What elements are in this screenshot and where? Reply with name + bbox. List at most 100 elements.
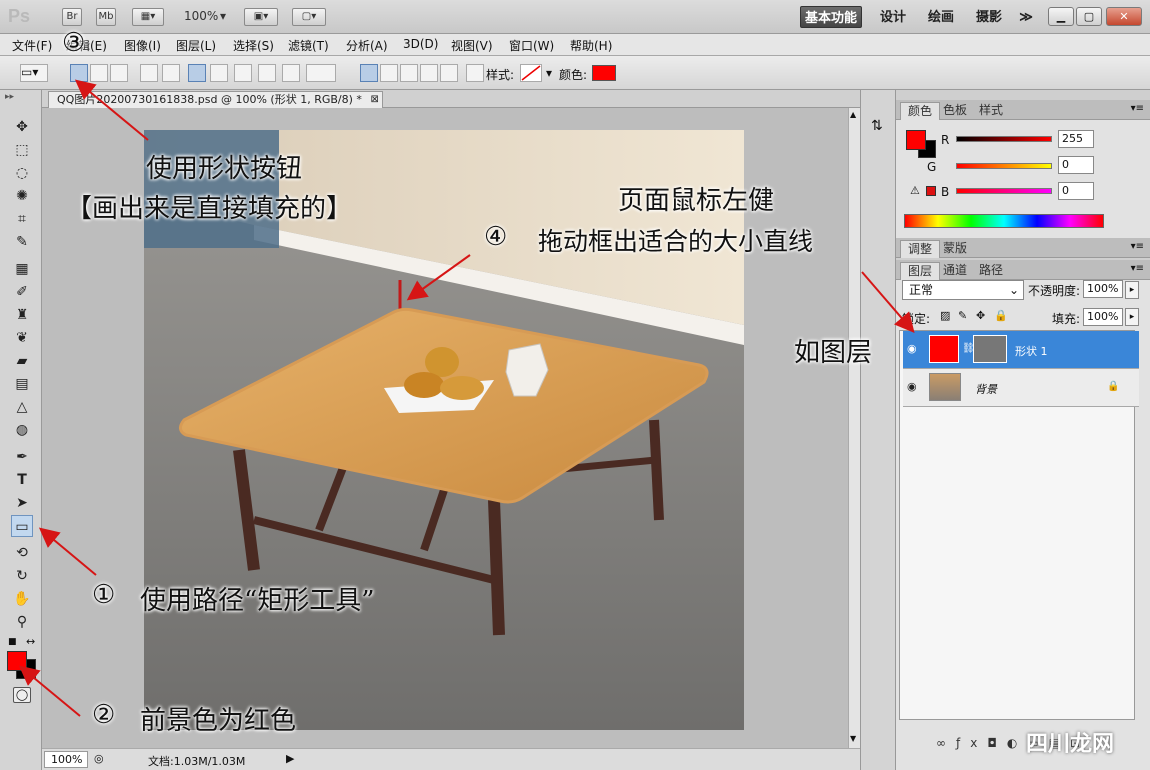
brush-tool-icon[interactable]: ✐ xyxy=(11,281,33,303)
3d-rotate-icon[interactable]: ⟲ xyxy=(11,542,33,564)
lock-all-icon[interactable]: 🔒 xyxy=(994,309,1008,322)
rounded-rectangle-icon[interactable] xyxy=(210,64,228,82)
close-icon[interactable]: ✕ xyxy=(1106,7,1142,26)
new-shape-layer-icon[interactable] xyxy=(360,64,378,82)
color-panel-menu-icon[interactable]: ▾≡ xyxy=(1131,103,1144,114)
g-slider[interactable] xyxy=(956,163,1052,169)
quick-mask-icon[interactable]: ◯ xyxy=(13,687,31,703)
pen-tool-icon[interactable]: ✒ xyxy=(11,446,33,468)
intersect-shape-icon[interactable] xyxy=(420,64,438,82)
menu-analysis[interactable]: 分析(A) xyxy=(346,37,388,54)
screen-mode-icon-2[interactable]: ▢▾ xyxy=(292,8,326,26)
b-slider[interactable] xyxy=(956,188,1052,194)
blend-mode-dropdown[interactable]: 正常 ⌄ xyxy=(902,280,1024,300)
lock-pixels-icon[interactable]: ✎ xyxy=(958,309,967,322)
menu-3d[interactable]: 3D(D) xyxy=(403,37,438,51)
more-workspaces-button[interactable]: ≫ xyxy=(1014,6,1038,28)
workspace-design[interactable]: 设计 xyxy=(872,6,914,28)
tab-masks[interactable]: 蒙版 xyxy=(936,240,974,258)
lasso-tool-icon[interactable]: ◌ xyxy=(11,162,33,184)
blur-tool-icon[interactable]: △ xyxy=(11,396,33,418)
zoom-tool-icon[interactable]: ⚲ xyxy=(11,611,33,633)
vertical-scrollbar[interactable]: ▲ ▼ xyxy=(848,108,860,748)
b-value-field[interactable]: 0 xyxy=(1058,182,1094,200)
lock-transparent-icon[interactable]: ▨ xyxy=(940,309,950,322)
color-panel-foreground-swatch[interactable] xyxy=(906,130,926,150)
healing-brush-icon[interactable]: ▦ xyxy=(11,258,33,280)
menu-filter[interactable]: 滤镜(T) xyxy=(288,37,329,54)
vector-mask-thumbnail[interactable] xyxy=(973,335,1007,363)
quick-select-tool-icon[interactable]: ✺ xyxy=(11,185,33,207)
status-menu-arrow-icon[interactable]: ▶ xyxy=(286,752,294,765)
history-brush-icon[interactable]: ❦ xyxy=(11,327,33,349)
tab-styles[interactable]: 样式 xyxy=(972,102,1010,120)
scroll-down-icon[interactable]: ▼ xyxy=(850,734,856,743)
layer-row-background[interactable]: ◉ 背景 🔒 xyxy=(903,369,1139,407)
close-document-icon[interactable]: ⊠ xyxy=(371,92,379,108)
eyedropper-tool-icon[interactable]: ✎ xyxy=(11,231,33,253)
document-tab[interactable]: QQ图片20200730161838.psd @ 100% (形状 1, RGB… xyxy=(48,91,383,108)
fill-pixels-button[interactable] xyxy=(110,64,128,82)
tab-swatches[interactable]: 色板 xyxy=(936,102,974,120)
collapse-toolbox-icon[interactable]: ▸▸ xyxy=(5,92,14,102)
r-slider[interactable] xyxy=(956,136,1052,142)
fill-field[interactable]: 100% xyxy=(1083,308,1123,326)
move-tool-icon[interactable]: ✥ xyxy=(11,116,33,138)
clone-stamp-icon[interactable]: ♜ xyxy=(11,304,33,326)
swap-colors-icon[interactable]: ↔ xyxy=(26,635,35,648)
layer-name[interactable]: 背景 xyxy=(975,381,997,397)
scroll-up-icon[interactable]: ▲ xyxy=(850,110,856,119)
menu-select[interactable]: 选择(S) xyxy=(233,37,274,54)
color-ramp[interactable] xyxy=(904,214,1104,228)
marquee-tool-icon[interactable]: ⬚ xyxy=(11,139,33,161)
arrange-documents-icon[interactable]: ▣▾ xyxy=(244,8,278,26)
menu-layer[interactable]: 图层(L) xyxy=(176,37,216,54)
tool-preset-picker[interactable]: ▭▾ xyxy=(20,64,48,82)
menu-help[interactable]: 帮助(H) xyxy=(570,37,612,54)
ellipse-icon[interactable] xyxy=(234,64,252,82)
color-swatch[interactable] xyxy=(592,65,616,81)
g-value-field[interactable]: 0 xyxy=(1058,156,1094,174)
background-layer-thumbnail[interactable] xyxy=(929,373,961,401)
type-tool-icon[interactable]: T xyxy=(11,469,33,491)
workspace-photography[interactable]: 摄影 xyxy=(968,6,1010,28)
style-picker[interactable] xyxy=(520,64,542,82)
layers-panel-menu-icon[interactable]: ▾≡ xyxy=(1131,263,1144,274)
adjustments-panel-menu-icon[interactable]: ▾≡ xyxy=(1131,241,1144,252)
history-panel-icon[interactable]: ⇅ xyxy=(871,118,883,134)
default-colors-icon[interactable]: ■ xyxy=(8,637,17,647)
tab-color[interactable]: 颜色 xyxy=(900,102,941,120)
layer-visibility-eye-icon[interactable]: ◉ xyxy=(907,343,921,355)
crop-tool-icon[interactable]: ⌗ xyxy=(11,208,33,230)
custom-shape-icon[interactable] xyxy=(306,64,336,82)
foreground-color-swatch[interactable] xyxy=(7,651,27,671)
layer-visibility-eye-icon[interactable]: ◉ xyxy=(907,381,921,393)
subtract-shape-icon[interactable] xyxy=(400,64,418,82)
minimize-icon[interactable]: ▁ xyxy=(1048,7,1074,26)
workspace-essentials[interactable]: 基本功能 xyxy=(800,6,862,28)
opacity-field[interactable]: 100% xyxy=(1083,280,1123,298)
tab-adjustments[interactable]: 调整 xyxy=(900,240,941,258)
gradient-tool-icon[interactable]: ▤ xyxy=(11,373,33,395)
paths-button[interactable] xyxy=(90,64,108,82)
hand-tool-icon[interactable]: ✋ xyxy=(11,588,33,610)
menu-view[interactable]: 视图(V) xyxy=(451,37,493,54)
freeform-pen-icon[interactable] xyxy=(162,64,180,82)
link-icon[interactable] xyxy=(466,64,484,82)
tab-paths[interactable]: 路径 xyxy=(972,262,1010,280)
gamut-warning-icon[interactable]: ⚠ xyxy=(910,184,920,197)
status-info-icon[interactable]: ◎ xyxy=(94,752,104,765)
opacity-arrow-icon[interactable]: ▸ xyxy=(1125,281,1139,299)
lock-position-icon[interactable]: ✥ xyxy=(976,309,985,322)
menu-window[interactable]: 窗口(W) xyxy=(509,37,554,54)
pen-tool-icon[interactable] xyxy=(140,64,158,82)
r-value-field[interactable]: 255 xyxy=(1058,130,1094,148)
shape-layers-button[interactable] xyxy=(70,64,88,82)
layer-row-shape[interactable]: ◉ ⛓ 形状 1 xyxy=(903,331,1139,369)
polygon-icon[interactable] xyxy=(258,64,276,82)
shape-layer-thumbnail[interactable] xyxy=(929,335,959,363)
eraser-tool-icon[interactable]: ▰ xyxy=(11,350,33,372)
style-dropdown-arrow-icon[interactable]: ▾ xyxy=(546,66,552,80)
tab-layers[interactable]: 图层 xyxy=(900,262,941,280)
workspace-painting[interactable]: 绘画 xyxy=(920,6,962,28)
